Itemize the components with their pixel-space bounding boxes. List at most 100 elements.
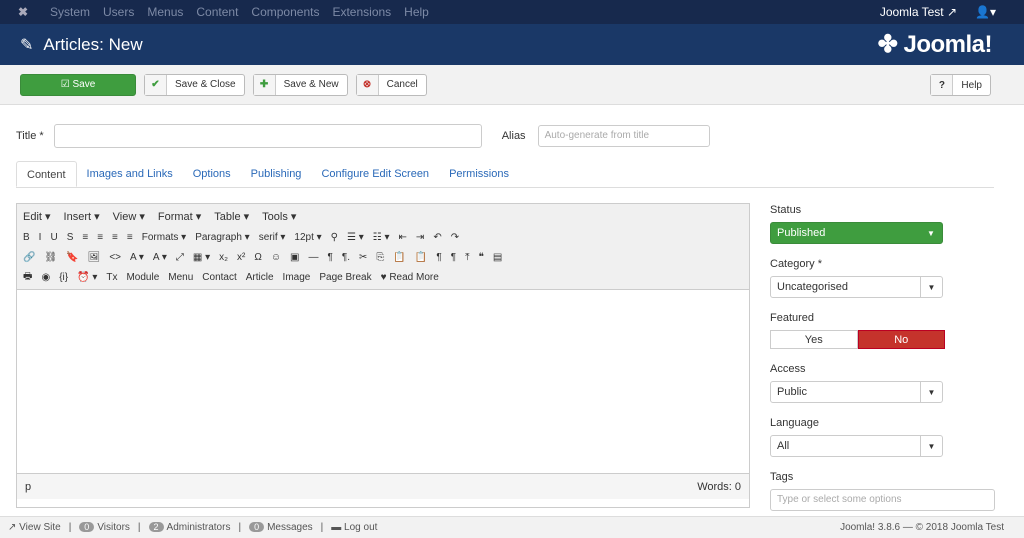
editor-tool-17[interactable]: ✂ bbox=[359, 252, 367, 263]
editor-tool-0[interactable]: B bbox=[23, 232, 30, 243]
tab-configure-edit-screen[interactable]: Configure Edit Screen bbox=[311, 161, 439, 187]
editor-tool-13[interactable]: ☰ ▾ bbox=[347, 232, 364, 243]
editor-tool-10[interactable]: serif ▾ bbox=[259, 232, 286, 243]
editor-tool-22[interactable]: ¶ bbox=[451, 252, 456, 263]
alias-input[interactable]: Auto-generate from title bbox=[537, 125, 710, 147]
editor-tool-11[interactable]: ♥ Read More bbox=[381, 272, 439, 283]
access-select[interactable]: Public ▼ bbox=[770, 381, 943, 403]
joomla-logo-icon[interactable]: ✖ bbox=[18, 5, 34, 19]
editor-tool-15[interactable]: ¶ bbox=[327, 252, 332, 263]
editor-tool-7[interactable]: ⤢ bbox=[176, 252, 184, 263]
editor-tool-10[interactable]: Page Break bbox=[319, 272, 371, 283]
editor-tool-5[interactable]: ≡ bbox=[97, 232, 103, 243]
status-select[interactable]: Published ▼ bbox=[770, 222, 943, 244]
user-icon[interactable]: 👤▾ bbox=[975, 5, 996, 19]
editor-tool-3[interactable]: 🖼 bbox=[88, 252, 101, 263]
tab-options[interactable]: Options bbox=[183, 161, 241, 187]
menu-content[interactable]: Content bbox=[196, 5, 238, 19]
copyright: Joomla! 3.8.6 — © 2018 Joomla Test bbox=[840, 522, 1004, 533]
editor-tool-16[interactable]: ⇥ bbox=[416, 232, 424, 243]
administrators[interactable]: 2 Administrators bbox=[148, 522, 230, 533]
editor-tool-0[interactable]: 🖶 bbox=[23, 269, 32, 286]
editor-tool-5[interactable]: Module bbox=[126, 272, 159, 283]
editor-tool-6[interactable]: ≡ bbox=[112, 232, 118, 243]
editor-tool-14[interactable]: — bbox=[308, 252, 318, 263]
editor-tool-3[interactable]: ⏰ ▾ bbox=[77, 272, 97, 283]
editor-tool-13[interactable]: ▣ bbox=[290, 252, 299, 263]
editor-tool-8[interactable]: Formats ▾ bbox=[142, 232, 186, 243]
save-button[interactable]: ☑ Save bbox=[20, 73, 136, 96]
title-input[interactable] bbox=[53, 124, 482, 148]
editor-tool-21[interactable]: ¶ bbox=[436, 252, 441, 263]
editor-tool-2[interactable]: {i} bbox=[59, 272, 68, 283]
editor-tool-11[interactable]: 12pt ▾ bbox=[294, 232, 321, 243]
editor-tool-25[interactable]: ▤ bbox=[493, 252, 502, 263]
editor-menu-2[interactable]: View ▾ bbox=[113, 210, 145, 223]
editor-tool-18[interactable]: ↷ bbox=[451, 232, 459, 243]
editor-tool-8[interactable]: ▦ ▾ bbox=[193, 252, 210, 263]
editor-tool-17[interactable]: ↶ bbox=[433, 232, 441, 243]
editor-tool-24[interactable]: ❝ bbox=[478, 252, 483, 263]
menu-system[interactable]: System bbox=[50, 5, 90, 19]
menu-menus[interactable]: Menus bbox=[147, 5, 183, 19]
editor-tool-4[interactable]: Tx bbox=[106, 272, 117, 283]
editor-menu-3[interactable]: Format ▾ bbox=[158, 210, 201, 223]
save-close-button[interactable]: ✔ Save & Close bbox=[144, 73, 245, 96]
editor-menu-5[interactable]: Tools ▾ bbox=[262, 210, 296, 223]
editor-tool-23[interactable]: ⤒ bbox=[465, 252, 469, 263]
editor-tool-2[interactable]: U bbox=[50, 232, 57, 243]
language-select[interactable]: All ▼ bbox=[770, 435, 943, 457]
editor-tool-15[interactable]: ⇤ bbox=[399, 232, 407, 243]
editor-tool-7[interactable]: Contact bbox=[202, 272, 236, 283]
messages[interactable]: 0 Messages bbox=[249, 522, 313, 533]
editor-tool-12[interactable]: ☺ bbox=[271, 252, 281, 263]
editor-tool-12[interactable]: ⚲ bbox=[331, 232, 338, 243]
editor-tool-1[interactable]: I bbox=[39, 232, 42, 243]
editor-tool-9[interactable]: Image bbox=[283, 272, 311, 283]
editor-tool-16[interactable]: ¶. bbox=[342, 252, 350, 263]
featured-no[interactable]: No bbox=[857, 330, 945, 349]
editor-tool-7[interactable]: ≡ bbox=[127, 232, 133, 243]
user-link[interactable]: Joomla Test ↗ bbox=[880, 5, 957, 19]
editor-menu-0[interactable]: Edit ▾ bbox=[23, 210, 51, 223]
editor-tool-10[interactable]: x² bbox=[237, 252, 245, 263]
menu-components[interactable]: Components bbox=[251, 5, 319, 19]
editor-tool-1[interactable]: ◉ bbox=[41, 272, 50, 283]
editor-tool-6[interactable]: A ▾ bbox=[153, 252, 167, 263]
editor-tool-1[interactable]: ⛓ bbox=[44, 252, 57, 263]
element-path[interactable]: p bbox=[25, 481, 31, 493]
editor-tool-14[interactable]: ☷ ▾ bbox=[373, 232, 390, 243]
editor-menu-4[interactable]: Table ▾ bbox=[214, 210, 249, 223]
editor-tool-9[interactable]: x₂ bbox=[219, 252, 228, 263]
tab-content[interactable]: Content bbox=[16, 161, 77, 187]
editor-tool-2[interactable]: 🔖 bbox=[66, 252, 78, 263]
editor-tool-20[interactable]: 📋 bbox=[415, 252, 427, 263]
editor-tool-4[interactable]: <> bbox=[109, 252, 121, 263]
menu-extensions[interactable]: Extensions bbox=[332, 5, 391, 19]
editor-tool-8[interactable]: Article bbox=[246, 272, 274, 283]
editor-content-area[interactable] bbox=[17, 290, 749, 473]
logout-link[interactable]: ▬ Log out bbox=[331, 522, 377, 533]
tab-images-links[interactable]: Images and Links bbox=[77, 161, 183, 187]
featured-yes[interactable]: Yes bbox=[770, 330, 858, 349]
editor-tool-5[interactable]: A ▾ bbox=[130, 252, 144, 263]
editor-tool-11[interactable]: Ω bbox=[254, 252, 261, 263]
menu-users[interactable]: Users bbox=[103, 5, 134, 19]
menu-help[interactable]: Help bbox=[404, 5, 429, 19]
editor-tool-19[interactable]: 📋 bbox=[393, 252, 405, 263]
tags-input[interactable]: Type or select some options bbox=[770, 489, 995, 511]
save-new-button[interactable]: ✚ Save & New bbox=[252, 73, 348, 96]
editor-tool-9[interactable]: Paragraph ▾ bbox=[195, 232, 250, 243]
editor-menu-1[interactable]: Insert ▾ bbox=[64, 210, 100, 223]
editor-tool-4[interactable]: ≡ bbox=[82, 232, 88, 243]
tab-publishing[interactable]: Publishing bbox=[241, 161, 312, 187]
editor-tool-18[interactable]: ⎘ bbox=[376, 252, 384, 263]
view-site-link[interactable]: ↗ View Site bbox=[8, 522, 61, 533]
cancel-button[interactable]: ⊗ Cancel bbox=[355, 73, 427, 96]
tab-permissions[interactable]: Permissions bbox=[439, 161, 519, 187]
editor-tool-0[interactable]: 🔗 bbox=[23, 252, 35, 263]
help-button[interactable]: ? Help bbox=[930, 74, 991, 96]
editor-tool-6[interactable]: Menu bbox=[168, 272, 193, 283]
category-select[interactable]: Uncategorised ▼ bbox=[770, 276, 943, 298]
editor-tool-3[interactable]: S bbox=[67, 232, 74, 243]
